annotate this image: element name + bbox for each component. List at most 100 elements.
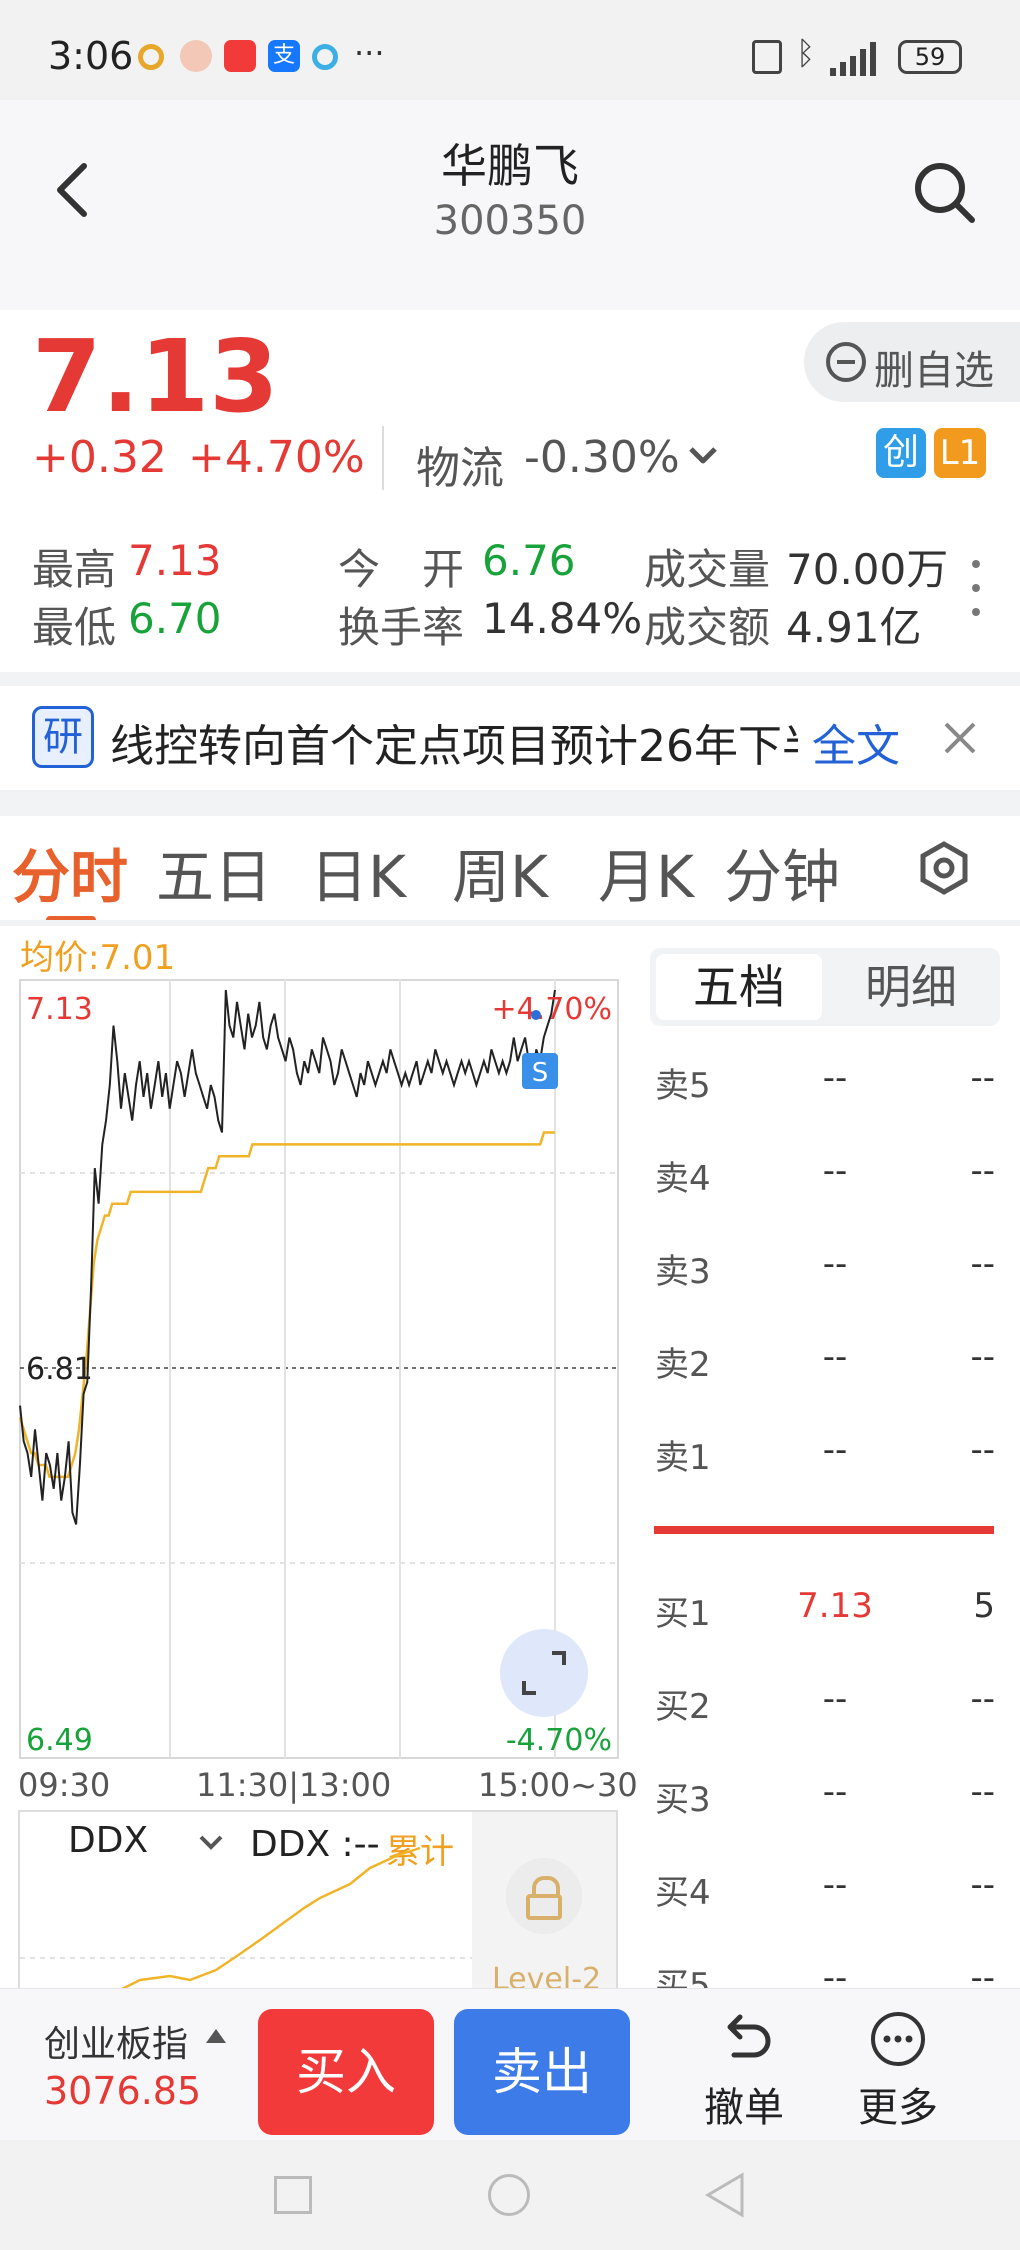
y-tick-low: 6.49	[26, 1723, 93, 1758]
pct-tick-low: -4.70%	[506, 1723, 612, 1758]
app-notification-icon	[138, 44, 164, 70]
tab-monthly-k[interactable]: 月K	[598, 830, 694, 914]
sell-label: 卖5	[655, 1066, 711, 1106]
sell-button[interactable]: 卖出	[454, 2009, 630, 2135]
turnover-value: 14.84%	[482, 594, 643, 643]
buy-volume: 5	[973, 1586, 995, 1626]
news-banner[interactable]: 研 线控转向首个定点项目预计26年下半 全文	[0, 686, 1020, 786]
turnover-label: 换手率	[338, 603, 465, 652]
minus-circle-icon	[826, 342, 866, 382]
low-value: 6.70	[128, 594, 222, 643]
sell-volume: --	[970, 1058, 995, 1098]
remove-watchlist-label: 删自选	[874, 348, 994, 394]
sell-label: 卖4	[655, 1159, 711, 1199]
price-change-pct: +4.70%	[188, 432, 365, 483]
undo-icon[interactable]	[718, 2011, 774, 2067]
cancel-order-button[interactable]: 撤单	[704, 2075, 784, 2133]
buy-button[interactable]: 买入	[258, 2009, 434, 2135]
open-label: 今 开	[338, 545, 465, 594]
sell-price: --	[822, 1244, 848, 1284]
buy-price: --	[822, 1865, 848, 1905]
buy-volume: --	[970, 1679, 995, 1719]
chinext-badge: 创	[876, 428, 926, 478]
sector-label[interactable]: 物流	[416, 432, 504, 496]
avg-price-label: 均价:7.01	[20, 938, 176, 978]
system-nav-bar	[0, 2140, 1020, 2250]
sell-label: 卖3	[655, 1252, 711, 1292]
tab-details[interactable]: 明细	[826, 954, 996, 1020]
triangle-up-icon	[206, 2029, 226, 2043]
amount-value: 4.91亿	[786, 603, 922, 652]
more-icon[interactable]	[868, 2009, 928, 2069]
volume-label: 成交量	[644, 545, 771, 594]
current-price: 7.13	[32, 318, 279, 435]
section-divider-2	[0, 790, 1020, 816]
tab-intraday[interactable]: 分时	[12, 830, 128, 914]
price-line	[19, 989, 556, 1525]
alipay-icon: 支	[268, 40, 300, 72]
intraday-chart[interactable]: 7.13 6.81 6.49 +4.70% -4.70% S	[0, 975, 630, 1775]
buy-price: 7.13	[797, 1586, 873, 1626]
level2-lock-overlay[interactable]: Level-2	[472, 1812, 616, 1988]
buy-label: 买3	[655, 1780, 711, 1820]
buy-row-5: 买5 -- --	[655, 1958, 995, 1988]
back-icon[interactable]	[52, 160, 92, 220]
sell-row-3: 卖3 -- --	[655, 1244, 995, 1304]
buy-row-4: 买4 -- --	[655, 1865, 995, 1925]
buy-volume: --	[970, 1865, 995, 1905]
x-tick-close: 15:00~30	[478, 1766, 638, 1804]
buy-volume: --	[970, 1958, 995, 1988]
sell-volume: --	[970, 1430, 995, 1470]
news-headline[interactable]: 线控转向首个定点项目预计26年下半	[110, 710, 798, 774]
pct-tick-high: +4.70%	[492, 992, 612, 1027]
ddx-panel[interactable]: DDX DDX :-- 累计 Level-2	[18, 1810, 618, 1988]
more-options-icon[interactable]	[972, 560, 982, 616]
fullscreen-button	[500, 1629, 588, 1717]
status-bar: 3:06 支 ··· ᛒ 59	[0, 0, 1020, 100]
red-app-icon	[224, 40, 256, 72]
settings-icon[interactable]	[916, 840, 972, 896]
buy-label: 买5	[655, 1966, 711, 1988]
back-nav-icon[interactable]	[704, 2172, 746, 2218]
tab-daily-k[interactable]: 日K	[310, 830, 406, 914]
news-full-text-link[interactable]: 全文	[812, 710, 900, 774]
sell-row-5: 卖5 -- --	[655, 1058, 995, 1118]
s-marker-label: S	[532, 1058, 549, 1088]
search-icon[interactable]	[912, 160, 978, 226]
tab-divider	[0, 920, 1020, 926]
app-notification-icon-2	[312, 44, 338, 70]
bluetooth-icon: ᛒ	[796, 34, 816, 72]
home-icon[interactable]	[488, 2174, 530, 2216]
y-tick-high: 7.13	[26, 992, 93, 1027]
sell-price: --	[822, 1058, 848, 1098]
sell-row-2: 卖2 -- --	[655, 1337, 995, 1397]
sell-volume: --	[970, 1151, 995, 1191]
x-tick-midday: 11:30|13:00	[196, 1766, 392, 1804]
chevron-down-icon[interactable]	[688, 446, 718, 466]
buy-price: --	[822, 1958, 848, 1988]
tab-five-levels[interactable]: 五档	[656, 954, 822, 1020]
tab-five-day[interactable]: 五日	[156, 830, 272, 914]
sector-change[interactable]: -0.30%	[524, 432, 680, 483]
high-label: 最高	[32, 545, 117, 594]
close-icon[interactable]	[942, 720, 978, 756]
amount-label: 成交额	[644, 603, 771, 652]
tab-minute[interactable]: 分钟	[724, 830, 864, 914]
index-value: 3076.85	[44, 2069, 202, 2113]
remove-watchlist-button[interactable]: 删自选	[804, 322, 1020, 402]
lock-icon	[506, 1858, 582, 1934]
buy-row-2: 买2 -- --	[655, 1679, 995, 1739]
y-tick-mid: 6.81	[26, 1352, 93, 1387]
current-point-marker	[531, 1010, 541, 1020]
level2-label: Level-2	[492, 1962, 602, 1988]
tab-weekly-k[interactable]: 周K	[452, 830, 548, 914]
x-tick-open: 09:30	[18, 1766, 111, 1804]
recent-apps-icon[interactable]	[274, 2176, 312, 2214]
buy-row-1: 买1 7.13 5	[655, 1586, 995, 1646]
more-button[interactable]: 更多	[858, 2075, 938, 2133]
sell-price: --	[822, 1430, 848, 1470]
volume-value: 70.00万	[786, 545, 949, 594]
index-name[interactable]: 创业板指	[44, 2015, 188, 2067]
sell-price: --	[822, 1337, 848, 1377]
sell-row-4: 卖4 -- --	[655, 1151, 995, 1211]
